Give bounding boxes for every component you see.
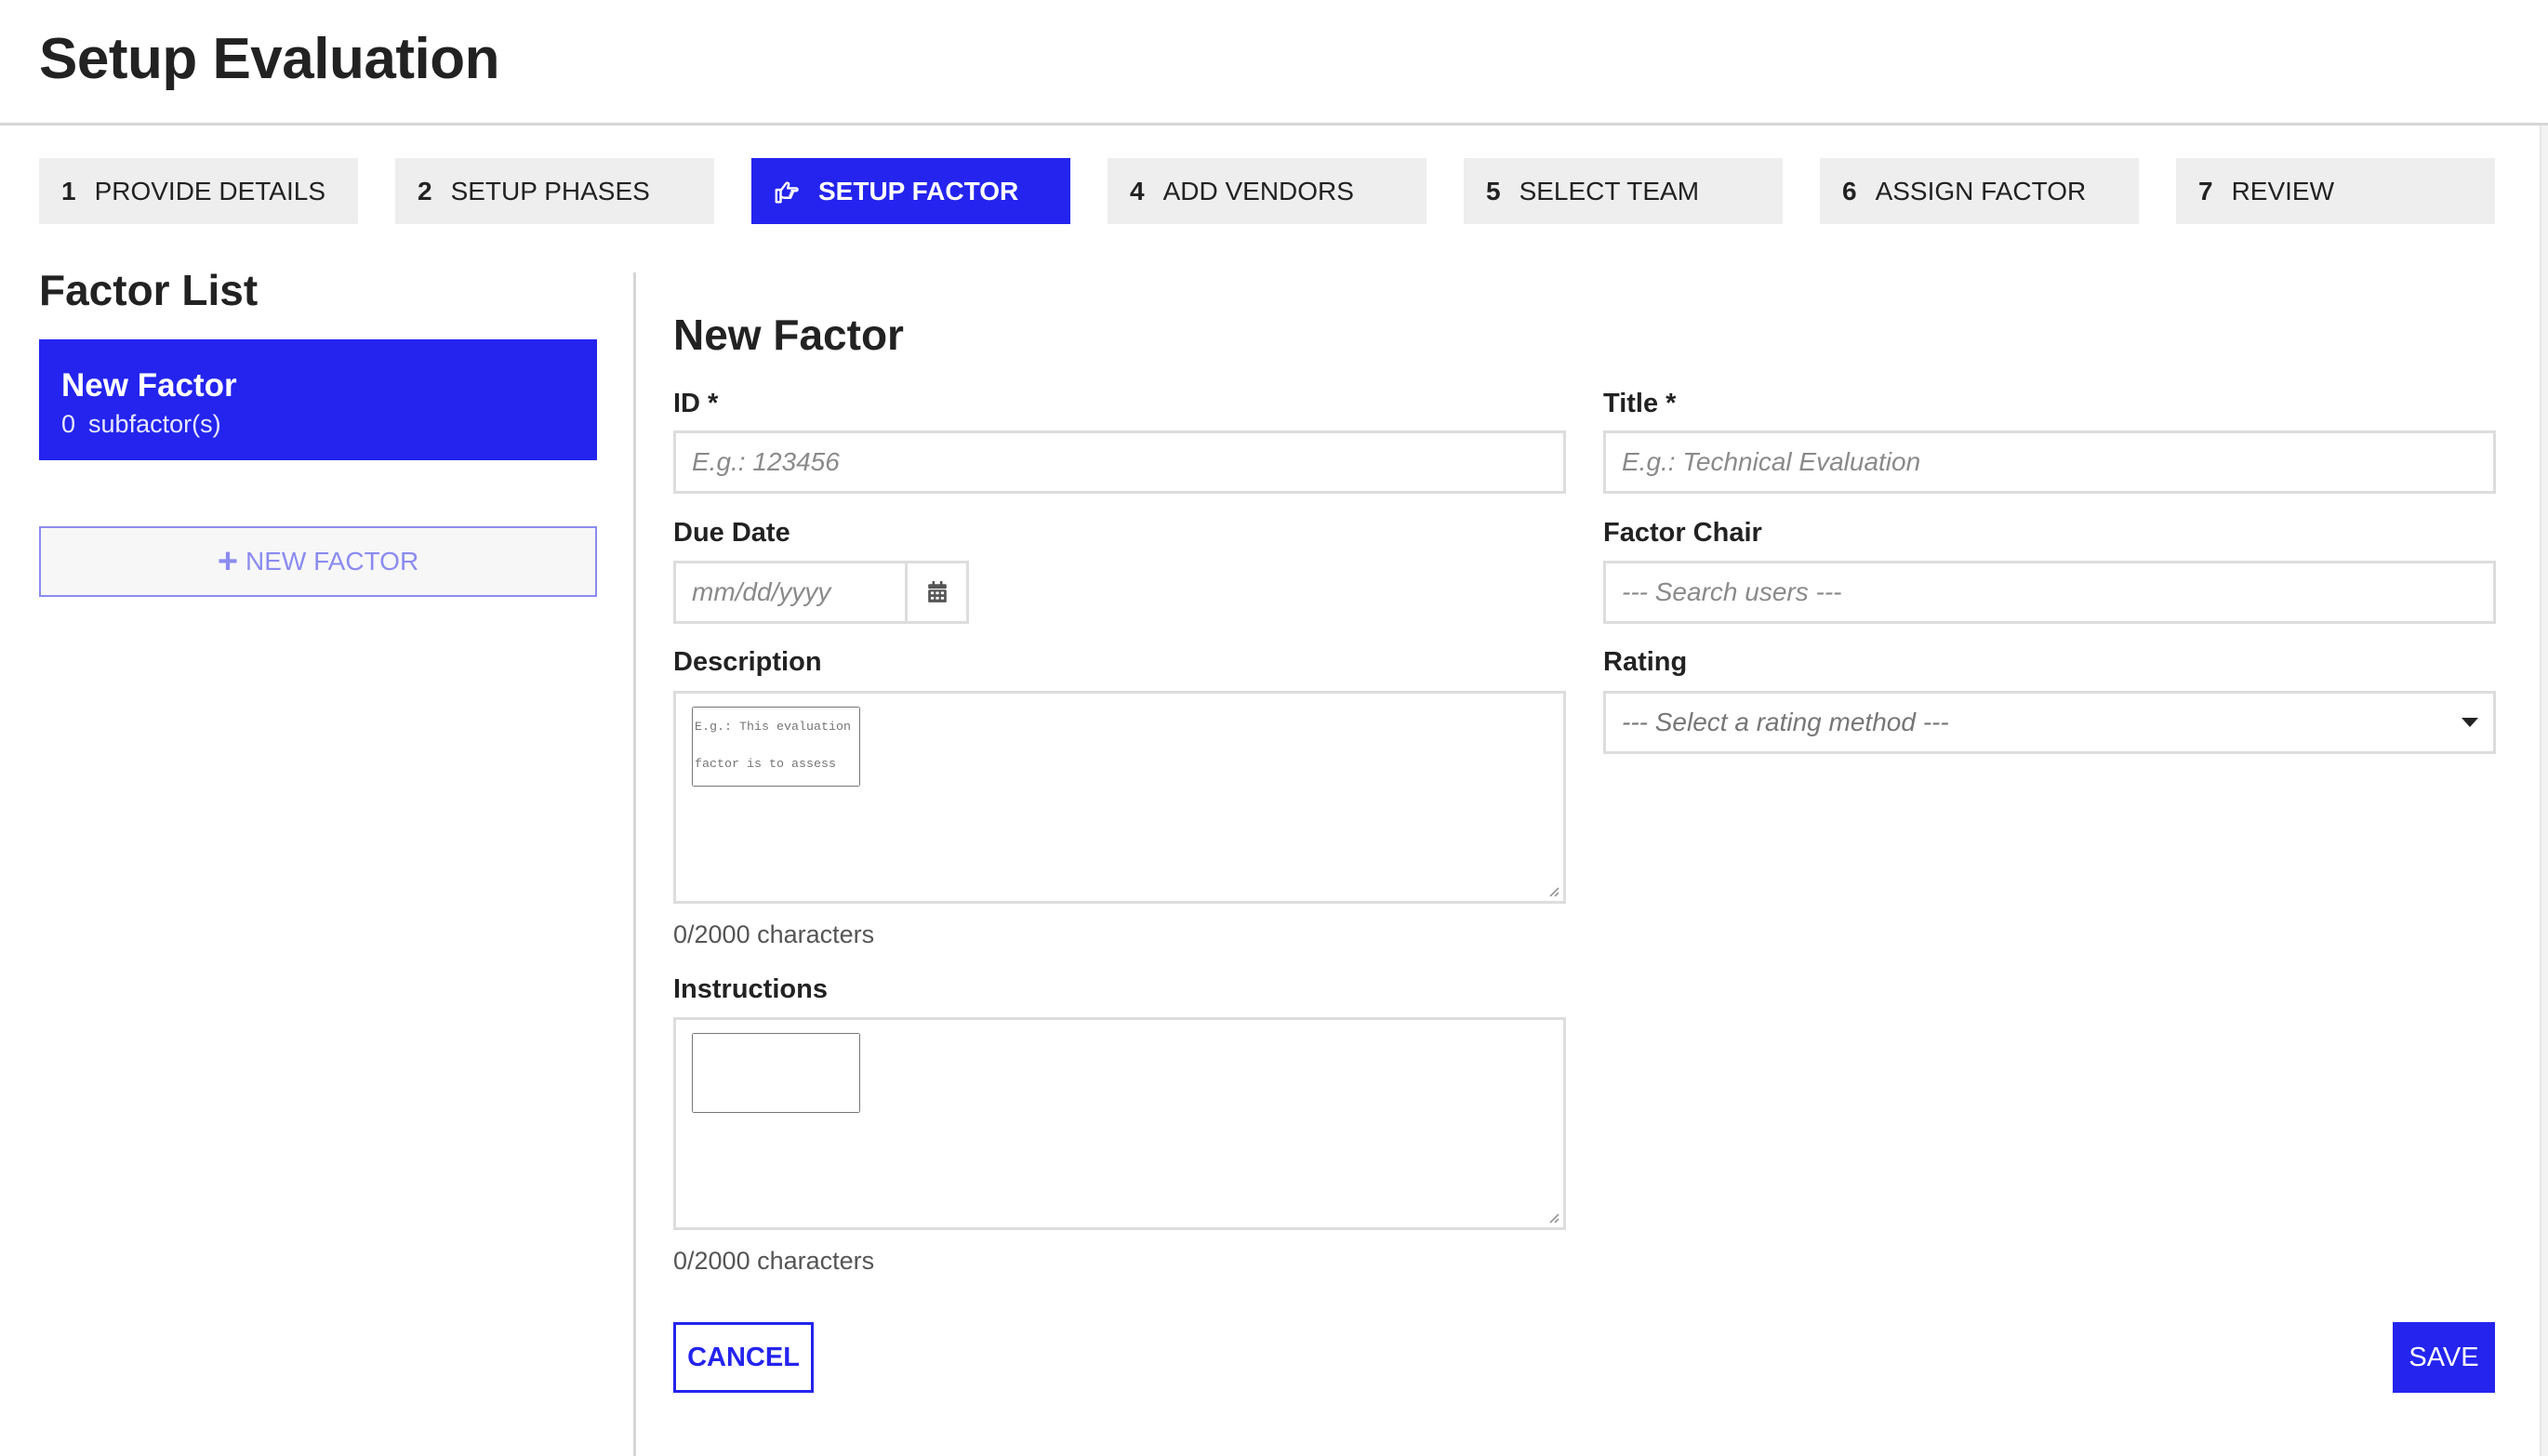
due-date-label: Due Date [673, 518, 790, 548]
hand-point-right-icon [774, 178, 802, 205]
date-picker-button[interactable] [905, 561, 969, 624]
step-setup-factor[interactable]: SETUP FACTOR [751, 158, 1070, 224]
rating-select[interactable]: --- Select a rating method --- [1603, 691, 2496, 754]
step-number: 6 [1842, 176, 1857, 205]
factor-chair-label: Factor Chair [1603, 518, 1762, 548]
calendar-icon [927, 581, 947, 602]
step-number: 7 [2198, 176, 2213, 205]
factor-name: New Factor [61, 367, 237, 404]
subfactor-count-value: 0 [61, 410, 76, 438]
description-textarea[interactable] [692, 707, 860, 787]
save-button[interactable]: SAVE [2393, 1322, 2495, 1393]
step-assign-factor[interactable]: 6 ASSIGN FACTOR [1820, 158, 2139, 224]
subfactor-count: 0 subfactor(s) [61, 406, 575, 442]
instructions-char-count: 0/2000 characters [673, 1247, 875, 1275]
cancel-button[interactable]: CANCEL [673, 1322, 814, 1393]
step-setup-phases[interactable]: 2 SETUP PHASES [395, 158, 714, 224]
new-factor-button[interactable]: + NEW FACTOR [39, 526, 597, 597]
title-input[interactable] [1622, 433, 2477, 491]
step-provide-details[interactable]: 1 PROVIDE DETAILS [39, 158, 358, 224]
step-label: SETUP FACTOR [818, 176, 1019, 205]
vertical-scrollbar[interactable] [2540, 126, 2548, 1456]
step-label: SELECT TEAM [1519, 176, 1700, 205]
header-divider [0, 123, 2548, 126]
panel-divider [633, 272, 636, 1456]
factor-list-title: Factor List [39, 266, 259, 314]
rating-selected-value: --- Select a rating method --- [1622, 708, 1949, 736]
resize-handle-icon[interactable] [1546, 884, 1559, 897]
step-select-team[interactable]: 5 SELECT TEAM [1464, 158, 1783, 224]
step-number: 1 [61, 176, 76, 205]
title-field-wrapper [1603, 430, 2496, 494]
due-date-wrapper [673, 561, 908, 624]
step-add-vendors[interactable]: 4 ADD VENDORS [1108, 158, 1427, 224]
step-review[interactable]: 7 REVIEW [2176, 158, 2495, 224]
page-title: Setup Evaluation [39, 27, 499, 91]
due-date-input[interactable] [692, 563, 892, 621]
id-input[interactable] [692, 433, 1547, 491]
id-field-wrapper [673, 430, 1566, 494]
description-wrapper [673, 691, 1566, 904]
step-label: ASSIGN FACTOR [1875, 176, 2087, 205]
step-number: 2 [418, 176, 432, 205]
instructions-textarea[interactable] [692, 1033, 860, 1113]
step-label: SETUP PHASES [450, 176, 650, 205]
title-label: Title * [1603, 389, 1677, 418]
factor-chair-search-input[interactable] [1622, 563, 2477, 621]
step-number: 4 [1130, 176, 1145, 205]
step-label: PROVIDE DETAILS [94, 176, 326, 205]
factor-list-item[interactable]: New Factor 0 subfactor(s) [39, 339, 597, 460]
description-char-count: 0/2000 characters [673, 920, 875, 948]
step-label: ADD VENDORS [1162, 176, 1354, 205]
plus-icon: + [217, 542, 239, 581]
subfactor-count-label: subfactor(s) [88, 410, 221, 438]
step-label: REVIEW [2231, 176, 2335, 205]
caret-down-icon [2462, 718, 2478, 727]
form-title: New Factor [673, 311, 904, 359]
factor-chair-wrapper [1603, 561, 2496, 624]
resize-handle-icon[interactable] [1546, 1211, 1559, 1224]
rating-label: Rating [1603, 647, 1688, 677]
description-label: Description [673, 647, 822, 677]
instructions-wrapper [673, 1017, 1566, 1230]
id-label: ID * [673, 389, 719, 418]
step-number: 5 [1486, 176, 1501, 205]
new-factor-label: NEW FACTOR [246, 547, 419, 576]
instructions-label: Instructions [673, 974, 828, 1004]
